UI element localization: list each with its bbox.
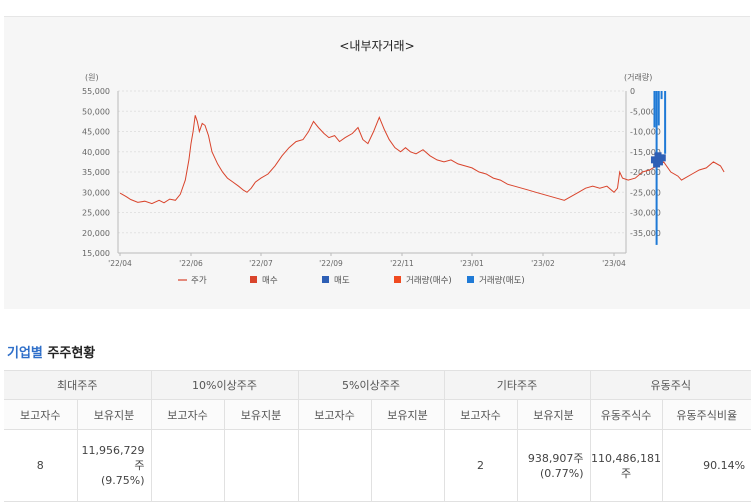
sell-volume-bar bbox=[653, 91, 656, 128]
legend-label: 매도 bbox=[334, 276, 350, 286]
y2-axis-unit: (거래량) bbox=[624, 72, 652, 82]
largest-holding-shares: 11,956,729주 bbox=[81, 444, 145, 472]
x-tick-label: '22/09 bbox=[319, 259, 343, 268]
legend-label: 거래량(매수) bbox=[406, 275, 452, 286]
float-ratio: 90.14% bbox=[661, 429, 752, 502]
y2-tick-label: -5,000 bbox=[630, 107, 656, 116]
subheader-report-count: 보고자수 bbox=[443, 399, 518, 430]
sell-volume-bar bbox=[660, 91, 663, 100]
other-holding-pct: (0.77%) bbox=[540, 466, 584, 480]
float-shares-number: 110,486,181 bbox=[591, 451, 662, 465]
y-tick-label: 40,000 bbox=[82, 148, 110, 157]
largest-report-count: 8 bbox=[4, 429, 78, 502]
section-title-text: 주주현황 bbox=[42, 346, 96, 361]
x-tick-label: '22/11 bbox=[390, 259, 414, 268]
table-row: 8 11,956,729주 (9.75%) 2 938,907주 (0.77%)… bbox=[4, 429, 752, 502]
y-tick-label: 35,000 bbox=[82, 168, 110, 177]
sell-volume-bar bbox=[657, 91, 660, 126]
legend-label: 매수 bbox=[262, 276, 278, 286]
other-holding-shares: 938,907주 bbox=[527, 451, 584, 465]
subheader-holding: 보유지분 bbox=[223, 399, 299, 430]
section-title: 기업별 주주현황 bbox=[7, 342, 95, 361]
group-header-other: 기타주주 bbox=[443, 370, 591, 400]
legend-swatch bbox=[394, 276, 401, 283]
sell-volume-bar bbox=[664, 91, 667, 154]
subheader-float-shares: 유동주식수 bbox=[589, 399, 663, 430]
y-axis-unit: (원) bbox=[85, 73, 99, 82]
group-header-10pct: 10%이상주주 bbox=[150, 370, 299, 400]
float-shares: 110,486,181 주 bbox=[589, 429, 663, 502]
group-header-float: 유동주식 bbox=[589, 370, 752, 400]
y-tick-label: 50,000 bbox=[82, 107, 110, 116]
subheader-report-count: 보고자수 bbox=[4, 399, 78, 430]
subheader-holding: 보유지분 bbox=[370, 399, 445, 430]
sell-volume-bar bbox=[655, 91, 658, 245]
insider-trading-chart: 55,000 50,000 45,000 40,000 35,000 30,000 25,0… bbox=[82, 72, 725, 286]
5pct-report-count bbox=[297, 429, 372, 502]
10pct-holding bbox=[223, 429, 299, 502]
float-shares-unit: 주 bbox=[620, 466, 632, 480]
y-tick-label: 55,000 bbox=[82, 87, 110, 96]
y-tick-label: 30,000 bbox=[82, 188, 110, 197]
section-title-accent[interactable]: 기업별 bbox=[7, 346, 43, 361]
largest-holding-pct: (9.75%) bbox=[100, 474, 145, 487]
other-report-count: 2 bbox=[443, 429, 518, 502]
y-tick-label: 15,000 bbox=[82, 249, 110, 258]
subheader-report-count: 보고자수 bbox=[150, 399, 225, 430]
legend-swatch bbox=[250, 276, 257, 283]
legend-swatch bbox=[322, 276, 329, 283]
y-tick-label: 20,000 bbox=[82, 229, 110, 238]
y-tick-label: 25,000 bbox=[82, 209, 110, 218]
largest-holding: 11,956,729주 (9.75%) bbox=[76, 429, 152, 502]
group-header-largest: 최대주주 bbox=[4, 370, 152, 400]
x-tick-label: '22/04 bbox=[108, 259, 132, 268]
other-holding: 938,907주 (0.77%) bbox=[516, 429, 591, 502]
subheader-holding: 보유지분 bbox=[516, 399, 591, 430]
5pct-holding bbox=[370, 429, 445, 502]
10pct-report-count bbox=[150, 429, 225, 502]
y2-tick-label: 0 bbox=[630, 87, 635, 96]
group-header-5pct: 5%이상주주 bbox=[297, 370, 445, 400]
legend-label: 거래량(매도) bbox=[479, 275, 525, 286]
x-tick-label: '22/06 bbox=[179, 259, 203, 268]
subheader-holding: 보유지분 bbox=[76, 399, 152, 430]
x-tick-label: '23/04 bbox=[602, 259, 626, 268]
shareholder-table: 최대주주 10%이상주주 5%이상주주 기타주주 유동주식 보고자수 보유지분 … bbox=[4, 370, 752, 502]
x-tick-label: '22/07 bbox=[249, 259, 273, 268]
legend-swatch bbox=[467, 276, 474, 283]
y-tick-label: 45,000 bbox=[82, 128, 110, 137]
subheader-report-count: 보고자수 bbox=[297, 399, 372, 430]
legend-label: 주가 bbox=[191, 276, 207, 286]
sell-marker bbox=[655, 158, 663, 166]
subheader-float-ratio: 유동주식비율 bbox=[661, 399, 752, 430]
x-tick-label: '23/02 bbox=[531, 259, 555, 268]
x-tick-label: '23/01 bbox=[460, 259, 484, 268]
